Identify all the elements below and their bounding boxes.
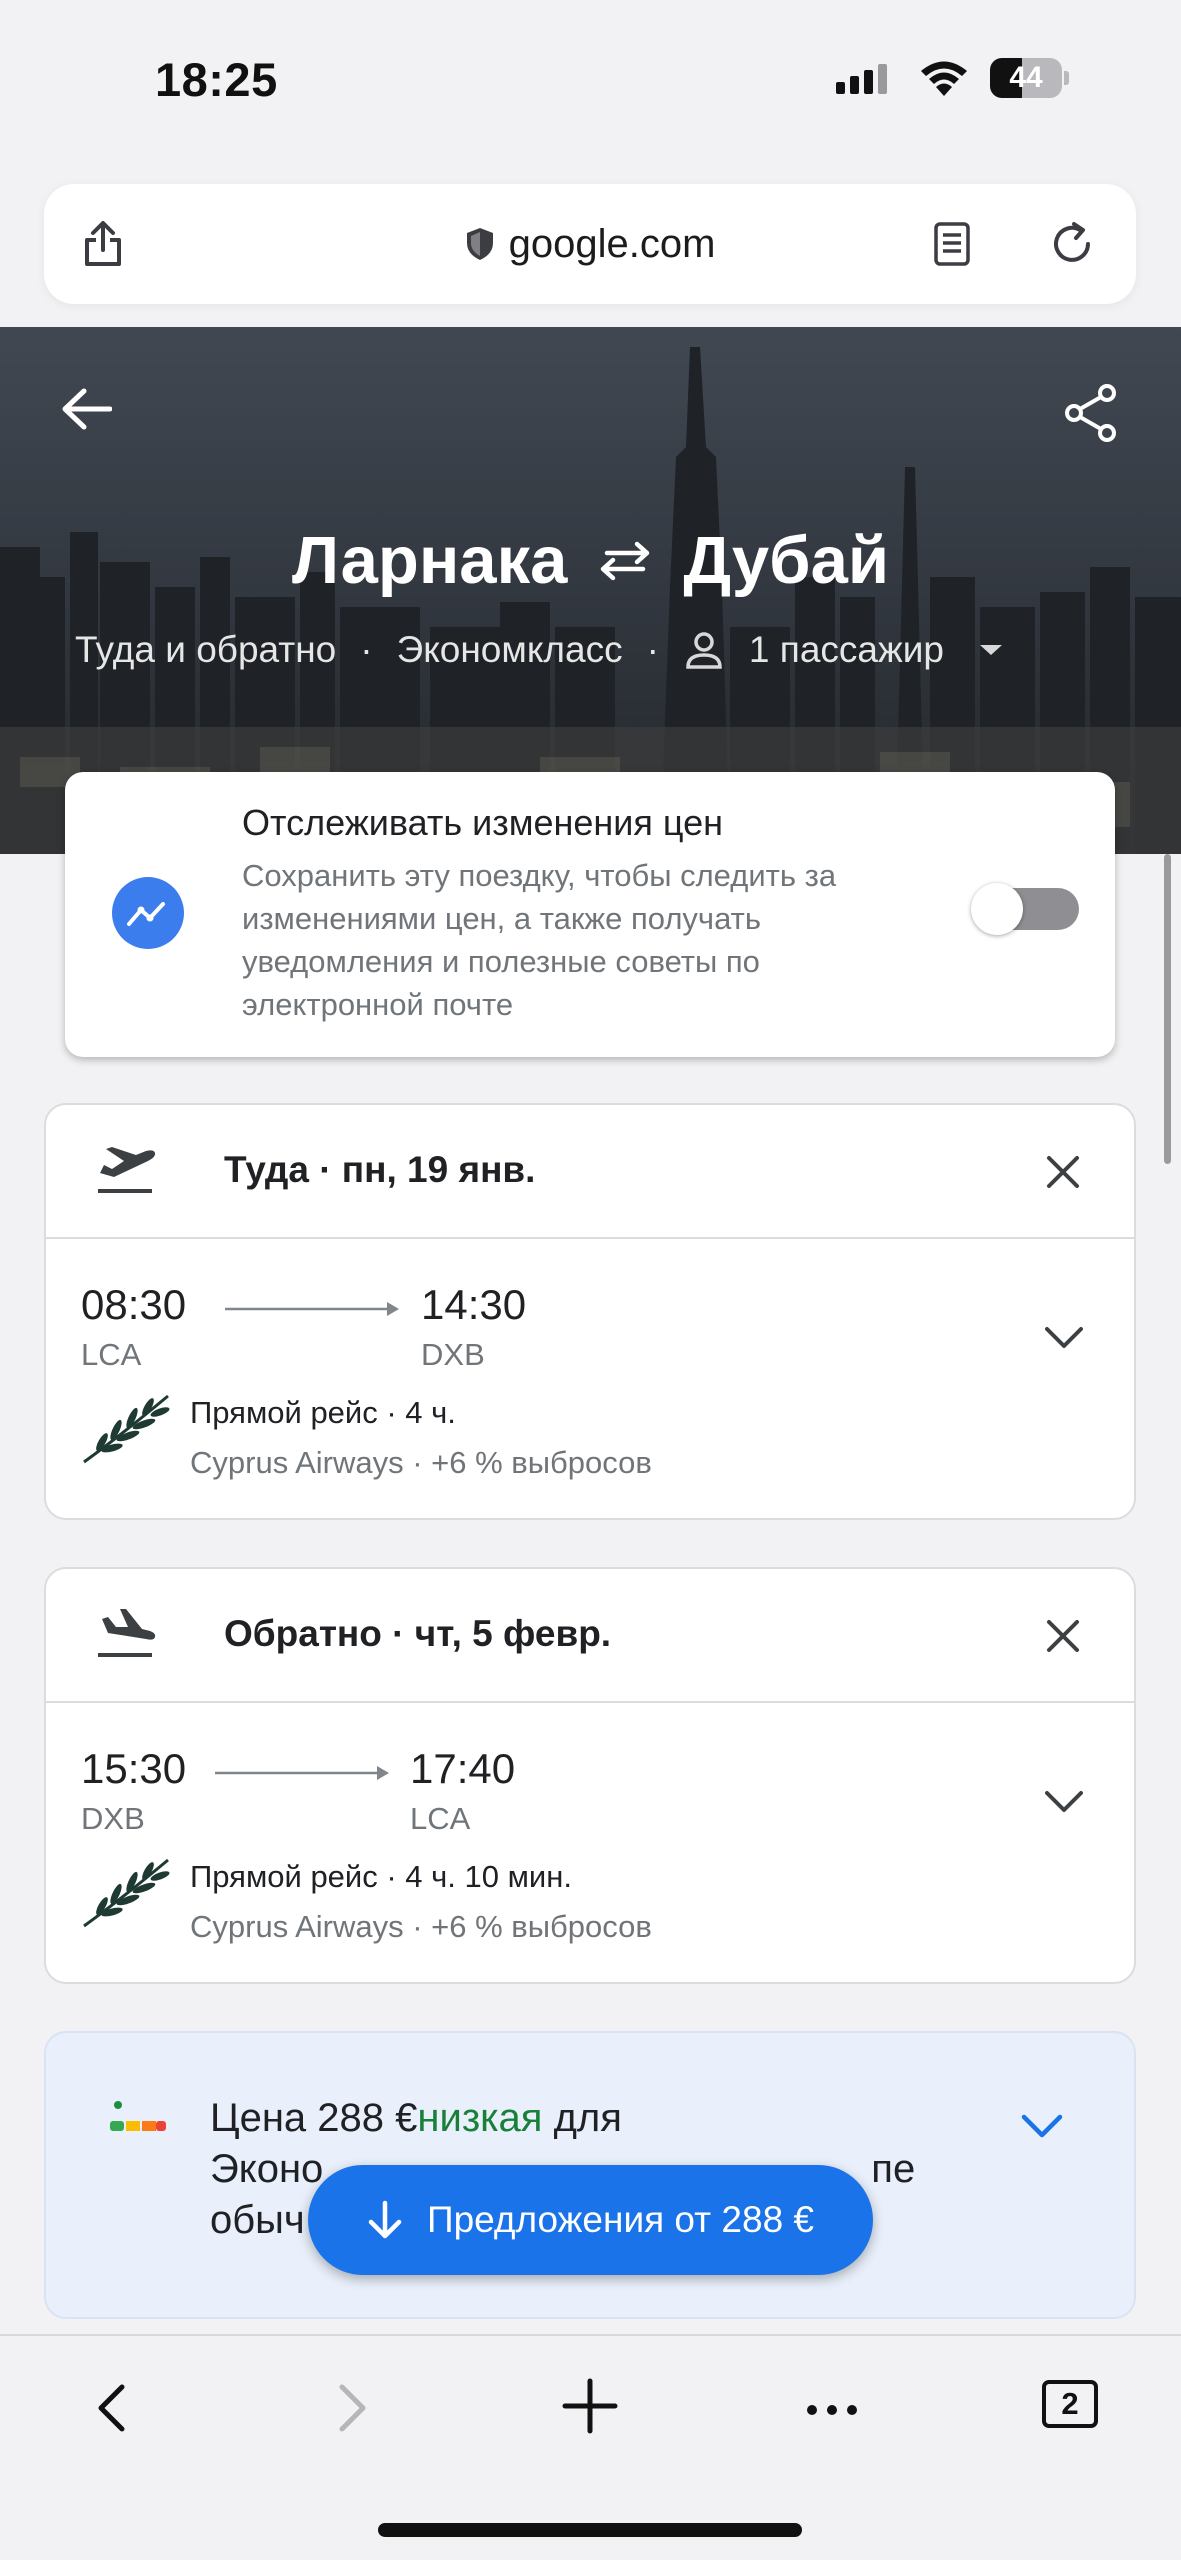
trending-icon xyxy=(112,877,184,949)
track-prices-description: Сохранить эту поездку, чтобы следить за … xyxy=(242,858,837,1022)
address-bar[interactable]: google.com xyxy=(44,184,1136,304)
departure-plane-icon xyxy=(98,1147,156,1193)
status-time: 18:25 xyxy=(155,53,278,106)
departure-time: 08:30 xyxy=(81,1281,187,1328)
origin-city: Ларнака xyxy=(291,523,568,598)
chevron-down-icon[interactable] xyxy=(1044,1789,1084,1815)
chevron-down-icon[interactable] xyxy=(1044,1325,1084,1351)
close-icon[interactable] xyxy=(1046,1619,1080,1653)
departure-airport: LCA xyxy=(81,1337,142,1372)
outbound-date: Туда · пн, 19 янв. xyxy=(224,1149,536,1190)
more-options-icon[interactable] xyxy=(806,2404,858,2416)
flight-card-header: Обратно · чт, 5 февр. xyxy=(46,1569,1134,1703)
departure-time: 15:30 xyxy=(81,1745,187,1792)
landing-plane-icon xyxy=(98,1609,156,1657)
cabin-class[interactable]: Экономкласс xyxy=(397,629,623,671)
url-text[interactable]: google.com xyxy=(509,222,716,267)
scrollbar[interactable] xyxy=(1164,854,1171,1164)
battery-icon: 44 xyxy=(990,58,1070,98)
departure-airport: DXB xyxy=(81,1801,145,1836)
back-arrow-icon[interactable] xyxy=(60,387,112,431)
share-network-icon[interactable] xyxy=(1063,383,1119,443)
price-amount: Цена 288 € xyxy=(210,2096,418,2140)
price-level: низкая xyxy=(417,2096,543,2140)
tabs-count-button[interactable]: 2 xyxy=(1042,2380,1098,2428)
return-date: Обратно · чт, 5 февр. xyxy=(224,1613,612,1654)
price-level-icon xyxy=(110,2101,166,2131)
view-offers-label: Предложения от 288 € xyxy=(426,2199,815,2240)
outbound-flight-card[interactable]: Туда · пн, 19 янв. 08:30 LCA 14:30 DXB П… xyxy=(44,1103,1136,1520)
separator: · xyxy=(360,629,373,670)
reload-icon[interactable] xyxy=(1050,220,1094,266)
battery-level: 44 xyxy=(1009,61,1043,94)
home-indicator[interactable] xyxy=(378,2523,802,2537)
dropdown-arrow-icon[interactable] xyxy=(978,642,1004,658)
airline-logo-icon xyxy=(83,1858,170,1928)
flight-duration: Прямой рейс · 4 ч. xyxy=(190,1395,456,1430)
security-shield-icon xyxy=(466,228,493,260)
back-icon[interactable] xyxy=(96,2383,126,2433)
flight-duration: Прямой рейс · 4 ч. 10 мин. xyxy=(190,1859,572,1894)
arrow-down-icon xyxy=(368,2200,402,2239)
arrival-time: 14:30 xyxy=(421,1281,527,1328)
separator: · xyxy=(646,629,659,670)
cellular-signal-icon xyxy=(836,64,887,94)
destination-city: Дубай xyxy=(683,523,890,598)
airline-emissions: Cyprus Airways · +6 % выбросов xyxy=(190,1445,652,1480)
arrival-airport: DXB xyxy=(421,1337,485,1372)
wifi-icon xyxy=(921,61,967,96)
airline-emissions: Cyprus Airways · +6 % выбросов xyxy=(190,1909,652,1944)
flight-path-arrow-icon xyxy=(215,1766,389,1780)
route-title: Ларнака Дубай xyxy=(0,522,1181,599)
flight-path-arrow-icon xyxy=(225,1302,399,1316)
swap-arrows-icon[interactable] xyxy=(595,539,655,583)
view-offers-button[interactable]: Предложения от 288 € xyxy=(308,2165,873,2275)
trip-options: Туда и обратно · Экономкласс · 1 пассажи… xyxy=(75,629,1004,671)
price-tracking-card: Отслеживать изменения цен Сохранить эту … xyxy=(65,772,1115,1057)
reader-mode-icon[interactable] xyxy=(934,222,970,266)
airline-logo-icon xyxy=(83,1394,170,1464)
trip-type[interactable]: Туда и обратно xyxy=(75,629,336,671)
close-icon[interactable] xyxy=(1046,1155,1080,1189)
arrival-airport: LCA xyxy=(410,1801,471,1836)
flight-card-header: Туда · пн, 19 янв. xyxy=(46,1105,1134,1239)
chevron-down-icon[interactable] xyxy=(1021,2113,1063,2139)
new-tab-icon[interactable] xyxy=(562,2378,618,2434)
forward-icon[interactable] xyxy=(338,2383,368,2433)
person-icon xyxy=(686,632,722,669)
passengers[interactable]: 1 пассажир xyxy=(749,629,944,671)
return-flight-card[interactable]: Обратно · чт, 5 февр. 15:30 DXB 17:40 LC… xyxy=(44,1567,1136,1984)
toggle-knob xyxy=(971,883,1023,935)
track-prices-title: Отслеживать изменения цен xyxy=(242,802,723,843)
track-prices-toggle[interactable] xyxy=(971,883,1079,935)
arrival-time: 17:40 xyxy=(410,1745,516,1792)
